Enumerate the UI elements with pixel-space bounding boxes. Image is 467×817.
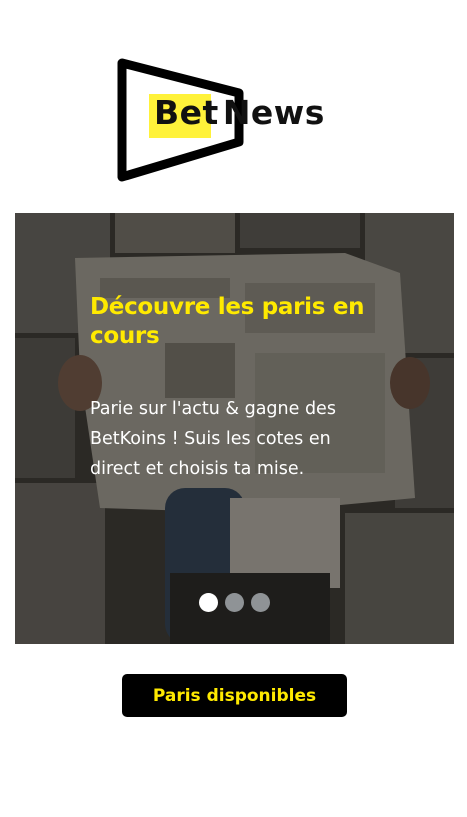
logo-wordmark: Bet News: [154, 96, 325, 129]
carousel-dot-2[interactable]: [225, 593, 244, 612]
carousel-dot-1[interactable]: [199, 593, 218, 612]
slide-title: Découvre les paris en cours: [90, 294, 365, 349]
news-carousel[interactable]: Découvre les paris en cours Parie sur l'…: [15, 213, 454, 644]
betnews-logo: Bet News: [117, 58, 353, 184]
logo-text-news: News: [222, 93, 325, 132]
carousel-indicators: [199, 593, 270, 612]
carousel-dot-3[interactable]: [251, 593, 270, 612]
slide-description: Parie sur l'actu & gagne des BetKoins ! …: [90, 399, 336, 479]
available-bets-button[interactable]: Paris disponibles: [122, 674, 347, 717]
logo-text-bet: Bet: [154, 93, 219, 132]
